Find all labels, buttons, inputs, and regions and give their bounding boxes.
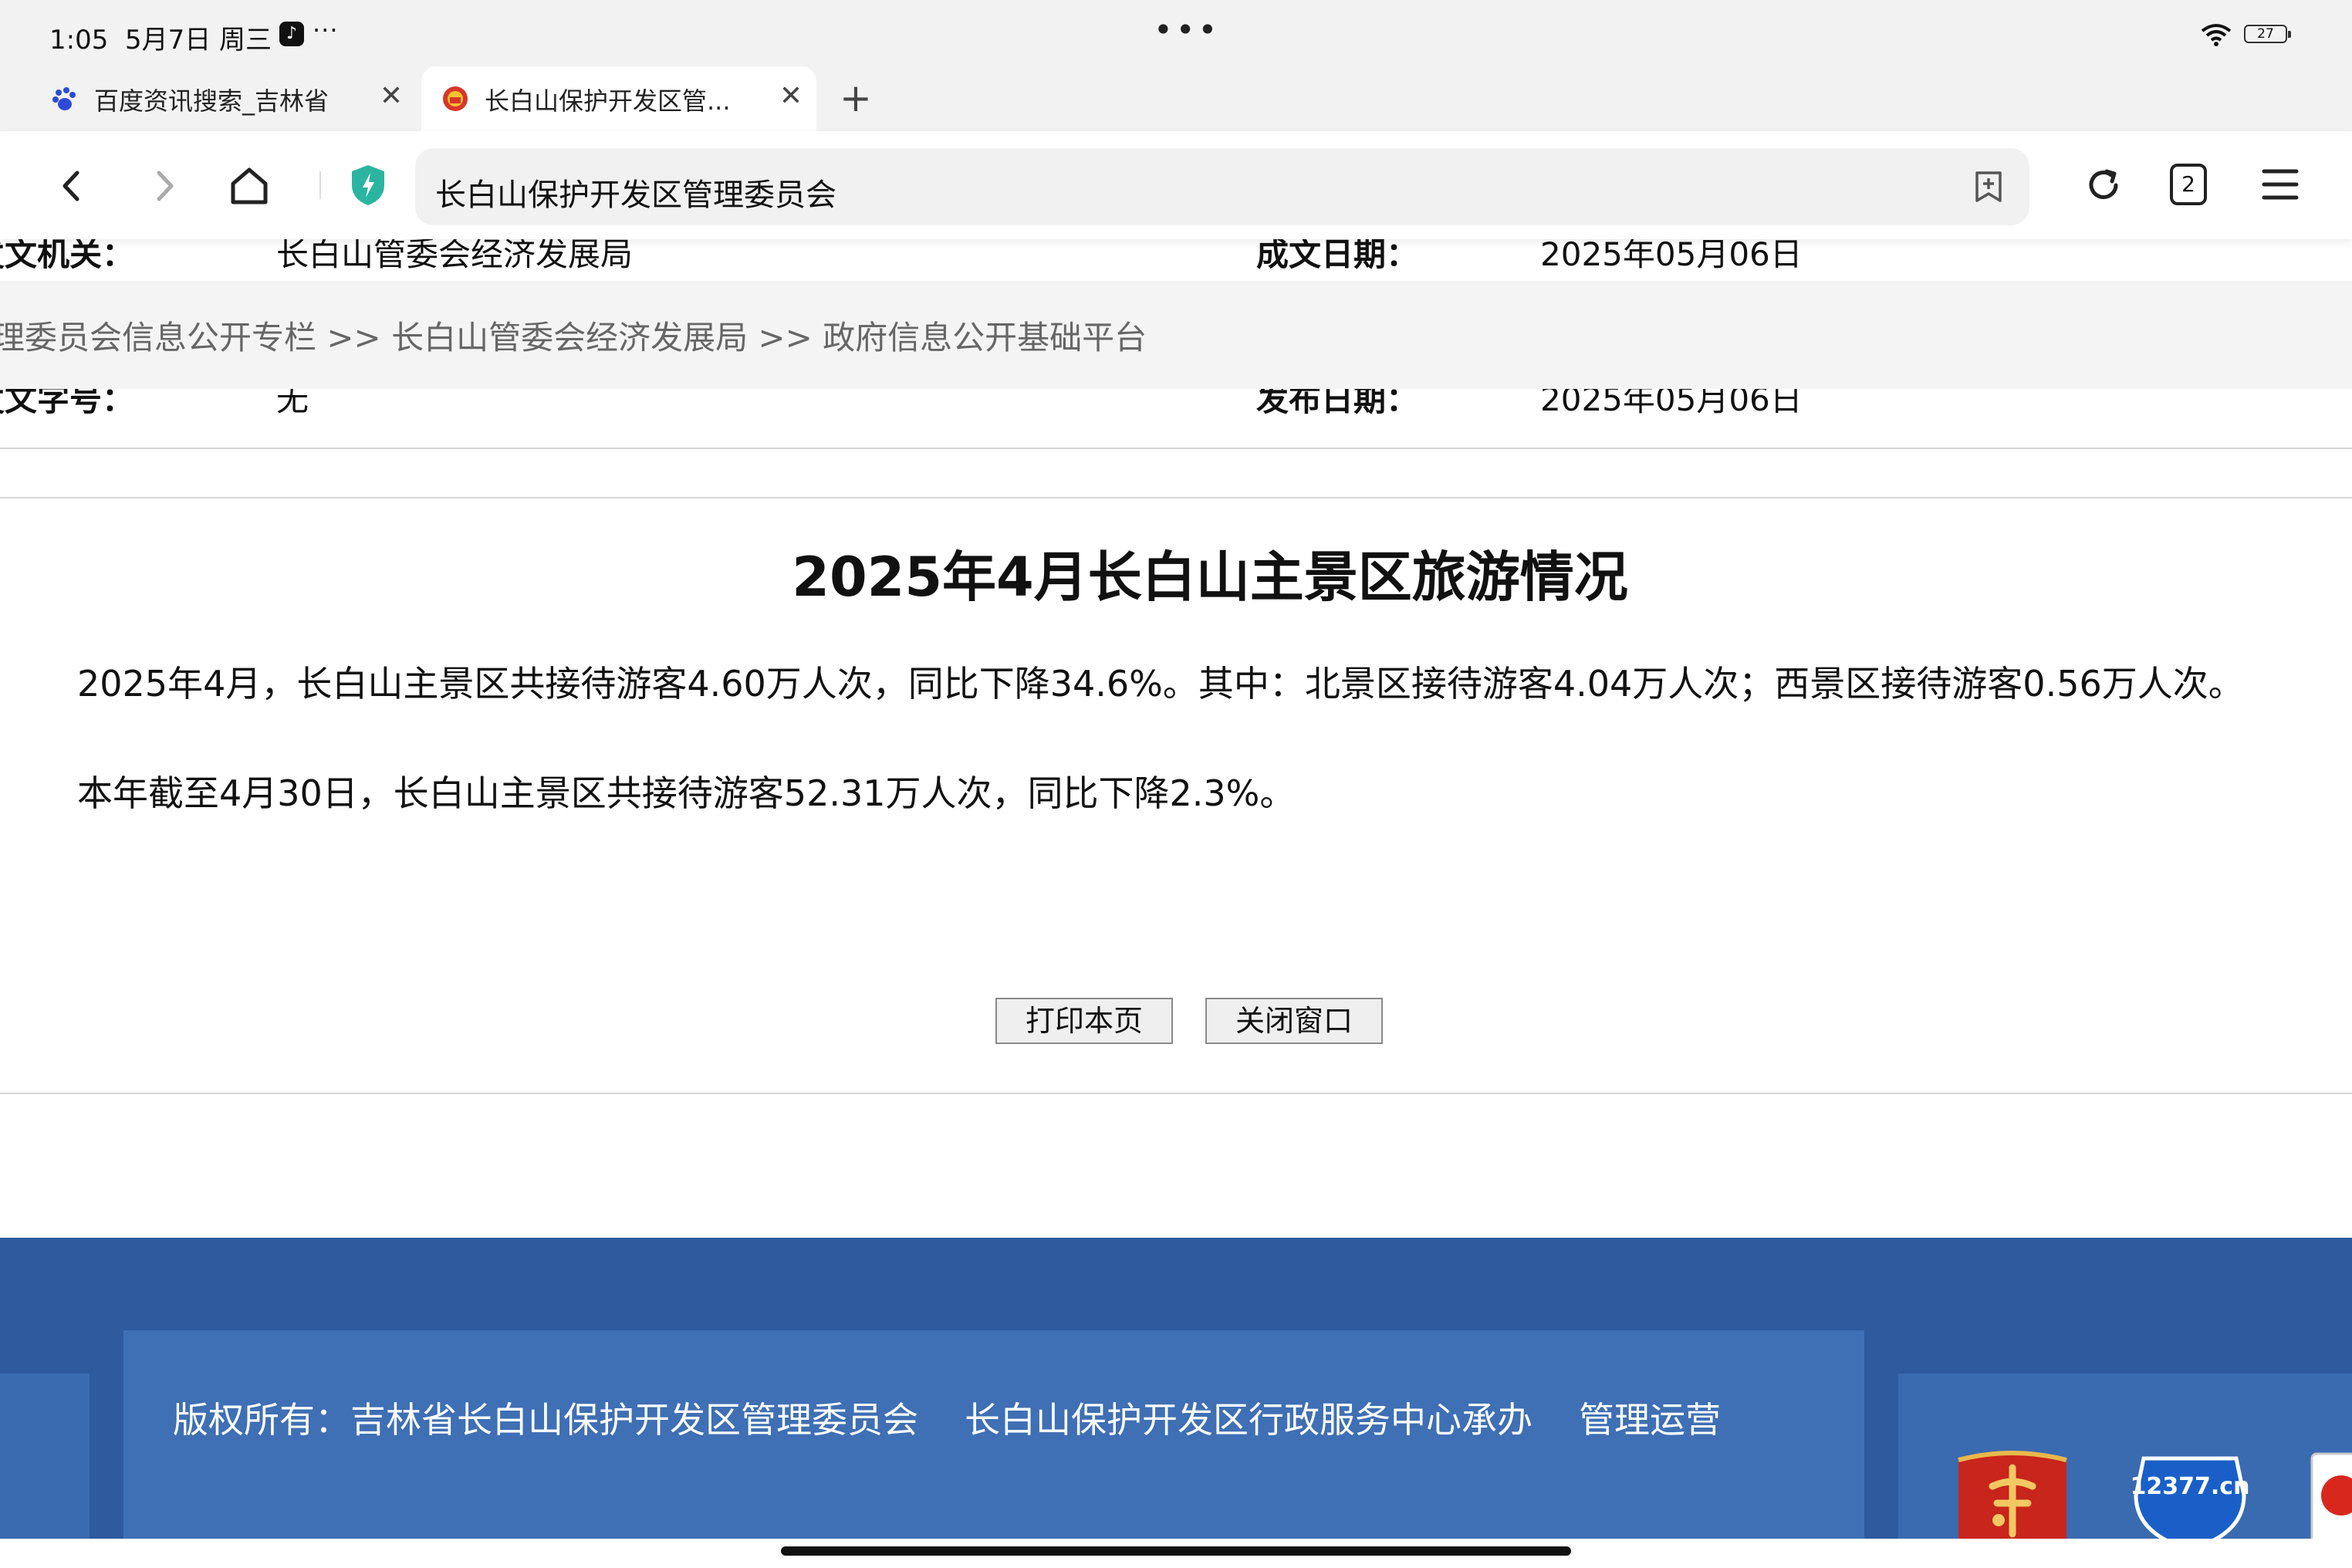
home-icon[interactable] [222, 159, 276, 213]
tab-switcher-button[interactable]: 2 [2170, 164, 2207, 205]
browser-toolbar: 长白山保护开发区管理委员会 2 [0, 131, 2352, 239]
toolbar-divider [319, 171, 321, 199]
breadcrumb-bar: 理委员会信息公开专栏 >> 长白山管委会经济发展局 >> 政府信息公开基础平台 [0, 281, 2352, 389]
article-paragraph: 2025年4月，长白山主景区共接待游客4.60万人次，同比下降34.6%。其中：… [77, 663, 2244, 705]
tab-bar: 百度资讯搜索_吉林省 ✕ 长白山保护开发区管... ✕ + [0, 66, 2352, 131]
tab-baidu-news[interactable]: 百度资讯搜索_吉林省 ✕ [31, 66, 417, 131]
address-text[interactable]: 长白山保护开发区管理委员会 [435, 170, 836, 215]
badge-12377-text: 12377.cn [2131, 1473, 2250, 1500]
multitasking-dots-icon[interactable]: ••• [1154, 11, 1220, 49]
footer-badges-panel: 12377.cn [1898, 1374, 2352, 1539]
red-badge-icon[interactable] [2307, 1449, 2352, 1539]
breadcrumb[interactable]: 理委员会信息公开专栏 >> 长白山管委会经济发展局 >> 政府信息公开基础平台 [0, 312, 1147, 359]
footer-text: 版权所有：吉林省长白山保护开发区管理委员会 长白山保护开发区行政服务中心承办 管理运… [173, 1384, 1832, 1455]
footer-copyright: 版权所有：吉林省长白山保护开发区管理委员会 [173, 1399, 918, 1441]
site-footer: 版权所有：吉林省长白山保护开发区管理委员会 长白山保护开发区行政服务中心承办 管理运… [0, 1238, 2352, 1539]
tab-count: 2 [2181, 171, 2195, 197]
close-window-button[interactable]: 关闭窗口 [1205, 998, 1383, 1044]
reload-icon[interactable] [2080, 162, 2127, 208]
clock-date: 5月7日 周三 [124, 25, 272, 56]
forward-arrow-icon[interactable] [137, 159, 191, 213]
baidu-paw-icon [52, 87, 76, 110]
add-bookmark-icon[interactable] [1972, 170, 2005, 204]
menu-icon[interactable] [2261, 167, 2300, 202]
tab-changbaishan[interactable]: 长白山保护开发区管... ✕ [421, 66, 816, 131]
close-icon[interactable]: ✕ [779, 80, 803, 112]
status-time: 1:05 5月7日 周三 [49, 19, 272, 56]
print-page-button[interactable]: 打印本页 [995, 998, 1173, 1044]
divider [0, 497, 2352, 498]
footer-operate: 管理运营 [1579, 1399, 1721, 1441]
clock-time: 1:05 [49, 25, 109, 56]
article-paragraph: 本年截至4月30日，长白山主景区共接待游客52.31万人次，同比下降2.3%。 [77, 772, 1296, 814]
battery-level: 27 [2257, 26, 2274, 42]
back-arrow-icon[interactable] [45, 159, 99, 213]
status-more-indicator: ··· [313, 15, 339, 45]
address-bar[interactable]: 长白山保护开发区管理委员会 [415, 148, 2029, 225]
battery-icon: 27 [2244, 25, 2291, 43]
footer-info-panel: 版权所有：吉林省长白山保护开发区管理委员会 长白山保护开发区行政服务中心承办 管理运… [123, 1330, 1864, 1539]
party-government-badge-icon[interactable] [1952, 1449, 2073, 1539]
report-12377-badge-icon[interactable]: 12377.cn [2128, 1449, 2252, 1539]
footer-left-panel [0, 1374, 90, 1539]
national-emblem-icon [443, 86, 468, 111]
status-bar: 1:05 5月7日 周三 ♪ ··· ••• 27 [0, 0, 2352, 66]
home-indicator[interactable] [781, 1546, 1571, 1556]
footer-host: 长白山保护开发区行政服务中心承办 [965, 1399, 1533, 1441]
tab-title: 长白山保护开发区管... [485, 86, 731, 116]
divider [0, 448, 2352, 449]
tiktok-icon: ♪ [279, 22, 304, 46]
close-icon[interactable]: ✕ [380, 80, 403, 112]
new-tab-plus-icon[interactable]: + [840, 76, 872, 120]
divider [0, 1093, 2352, 1094]
article-title: 2025年4月长白山主景区旅游情况 [792, 546, 1628, 609]
security-shield-icon[interactable] [349, 164, 387, 207]
tab-title: 百度资讯搜索_吉林省 [94, 86, 329, 116]
wifi-icon [2201, 24, 2232, 46]
